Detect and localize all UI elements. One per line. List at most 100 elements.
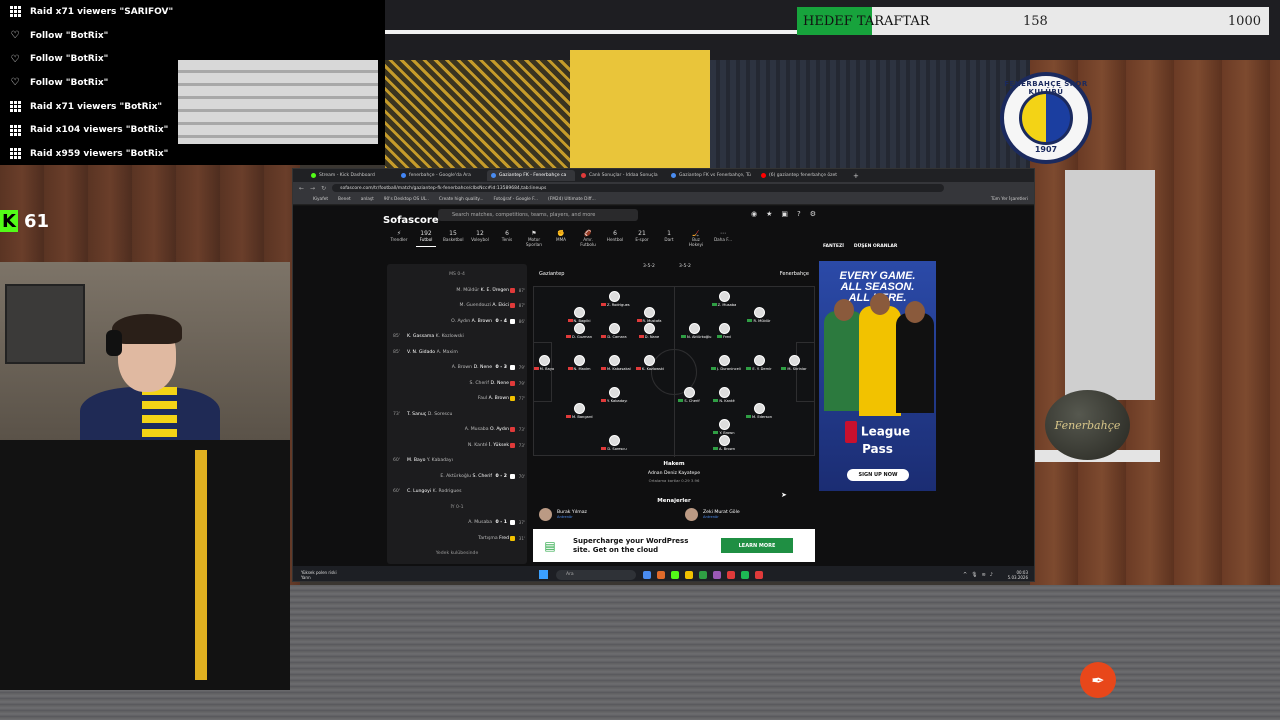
event-row[interactable]: 60' M. Bayo Y. Kabadayı	[387, 453, 527, 469]
player-marker[interactable]: M. Bangard	[566, 403, 593, 419]
player-marker[interactable]: Z. Musaba	[711, 291, 737, 307]
event-row[interactable]: M. Müldür K. E. Üregen 87'	[387, 283, 527, 299]
away-manager[interactable]: Zeki Murat Göle Antrenör	[685, 508, 740, 521]
weather-widget[interactable]: Yüksek polen riski Yarın	[301, 570, 337, 580]
player-marker[interactable]: Z. Rodrigues	[601, 291, 630, 307]
wifi-icon[interactable]: ≋	[982, 572, 986, 578]
player-marker[interactable]: A. Brown	[711, 435, 737, 451]
browser-tab[interactable]: Gaziantep FK - Fenerbahçe ca	[487, 170, 575, 181]
sport-tab[interactable]: 6 Hentbol	[605, 230, 625, 247]
mic-icon[interactable]: 🎙	[971, 572, 977, 578]
sport-tab[interactable]: ⋯ Daha F...	[713, 230, 733, 247]
referee-name[interactable]: Adnan Deniz Kayatepe	[533, 471, 815, 476]
browser-tab[interactable]: Gaziantep FK vs Fenerbahçe, Tü	[667, 170, 755, 181]
nba-league-pass-ad[interactable]: EVERY GAME. ALL SEASON. ALL HERE. League…	[819, 261, 936, 491]
player-marker[interactable]: M. Ederson	[746, 403, 772, 419]
taskbar-app-icon[interactable]	[671, 570, 679, 579]
event-row[interactable]: M. Guendouzi A. Ekici 87'	[387, 298, 527, 314]
event-row[interactable]: A. Musaba O. Aydın 73'	[387, 422, 527, 438]
event-row[interactable]: 60' C. Lungoyi K. Rodrigues	[387, 484, 527, 500]
chevron-up-icon[interactable]: ^	[963, 572, 967, 578]
help-icon[interactable]: ?	[797, 210, 801, 218]
player-marker[interactable]: N. Maxim	[566, 355, 592, 371]
bookmark-item[interactable]: 90's Desktop OS UL..	[384, 197, 429, 202]
player-marker[interactable]: R. Müldür	[746, 307, 772, 323]
sofascore-logo[interactable]: Sofascore	[383, 215, 439, 226]
url-field[interactable]: sofascore.com/tr/football/match/gaziante…	[332, 184, 944, 192]
bookmark-item[interactable]: Create high quality...	[439, 197, 484, 202]
taskbar-search[interactable]: Ara	[556, 569, 636, 580]
bookmark-item[interactable]: Fotoğraf - Google F...	[493, 197, 538, 202]
bookmark-item[interactable]: Benet	[338, 197, 351, 202]
all-bookmarks[interactable]: Tüm Yer İşaretleri	[991, 197, 1028, 202]
taskbar-app-icon[interactable]	[727, 570, 735, 579]
reload-icon[interactable]: ↻	[321, 185, 326, 192]
event-row[interactable]: A. Brown D. Nene 0 - 3 79'	[387, 360, 527, 376]
event-row[interactable]: 85' K. Gassama K. Kozlowski	[387, 329, 527, 345]
sign-up-button[interactable]: SIGN UP NOW	[847, 469, 909, 481]
sport-tab[interactable]: 15 Basketbol	[443, 230, 464, 247]
star-icon[interactable]: ★	[766, 210, 772, 218]
sport-tab[interactable]: 🏒 Buz Hokeyi	[686, 230, 706, 247]
avatar[interactable]: ◉	[751, 210, 757, 218]
wordpress-ad[interactable]: ▤ Supercharge your WordPress site. Get o…	[533, 529, 815, 562]
event-row[interactable]: Tartışma Fred 31'	[387, 531, 527, 547]
back-icon[interactable]: ←	[299, 185, 304, 192]
player-marker[interactable]: Fred	[711, 323, 737, 339]
settings-icon[interactable]: ⚙	[810, 210, 816, 218]
event-row[interactable]: S. Cherif D. Nene 79'	[387, 376, 527, 392]
player-marker[interactable]: E. Y. Demir	[746, 355, 772, 371]
taskbar-app-icon[interactable]	[699, 570, 707, 579]
player-marker[interactable]: K. Kozlowski	[636, 355, 664, 371]
bookmark-item[interactable]: anlaşt	[361, 197, 374, 202]
player-marker[interactable]: N. Aktürkoğlu	[681, 323, 711, 339]
event-row[interactable]: N. Kanté İ. Yüksek 73'	[387, 438, 527, 454]
sport-tab[interactable]: 1 Dart	[659, 230, 679, 247]
player-marker[interactable]: J. Duraninceli	[711, 355, 741, 371]
player-marker[interactable]: D. Camara	[601, 323, 627, 339]
learn-more-button[interactable]: LEARN MORE	[721, 538, 793, 553]
browser-tab[interactable]: Stream - Kick Dashboard	[307, 170, 395, 181]
event-row[interactable]: Faul A. Brown 77'	[387, 391, 527, 407]
player-marker[interactable]: R. Mustafa	[636, 307, 662, 323]
event-row[interactable]: E. Aktürkoğlu S. Cherif 0 - 2 70'	[387, 469, 527, 485]
browser-tab[interactable]: (6) gaziantep fenerbahçe özet	[757, 170, 845, 181]
taskbar-app-icon[interactable]	[657, 570, 665, 579]
player-marker[interactable]: M. Kabasakal	[601, 355, 631, 371]
player-marker[interactable]: Y. Kabadayı	[601, 387, 627, 403]
sport-tab[interactable]: 🏈 Amr. Futbolu	[578, 230, 598, 247]
bookmark-item[interactable]: (FM24) Ultimate Diff...	[548, 197, 596, 202]
sport-tab[interactable]: ⚑ Motor Sporları	[524, 230, 544, 247]
taskbar-app-icon[interactable]	[685, 570, 693, 579]
taskbar-app-icon[interactable]	[755, 570, 763, 579]
sport-tab[interactable]: ✊ MMA	[551, 230, 571, 247]
event-row[interactable]: 73' T. Sanuç D. Sorescu	[387, 407, 527, 423]
sport-tab[interactable]: 21 E-spor	[632, 230, 652, 247]
search-input[interactable]: Search matches, competitions, teams, pla…	[438, 209, 638, 221]
start-icon[interactable]	[539, 570, 548, 579]
player-marker[interactable]: D. Sorescu	[601, 435, 627, 451]
home-manager[interactable]: Burak Yılmaz Antrenör	[539, 508, 587, 521]
taskbar-app-icon[interactable]	[643, 570, 651, 579]
player-marker[interactable]: N. Kanté	[711, 387, 737, 403]
new-tab-icon[interactable]: +	[853, 172, 859, 180]
browser-tab[interactable]: Canlı Sonuçlar - Iddaa Sonuçla	[577, 170, 665, 181]
sport-tab[interactable]: 6 Tenis	[497, 230, 517, 247]
event-row[interactable]: O. Aydın A. Brown 0 - 4 86'	[387, 314, 527, 330]
event-row[interactable]: 85' V. N. Gidado A. Maxim	[387, 345, 527, 361]
player-marker[interactable]: N. Bagılki	[566, 307, 592, 323]
home-team-name[interactable]: Gaziantep	[539, 271, 564, 277]
taskbar-app-icon[interactable]	[741, 570, 749, 579]
right-nav-item[interactable]: FANTEZİ	[823, 244, 844, 249]
sport-tab[interactable]: 192 Futbol	[416, 230, 436, 247]
sport-tab[interactable]: 12 Voleybol	[470, 230, 490, 247]
player-marker[interactable]: D. Nane	[636, 323, 662, 339]
taskbar-app-icon[interactable]	[713, 570, 721, 579]
bookmark-item[interactable]: Kiyafet	[313, 197, 328, 202]
browser-tab[interactable]: fenerbahçe - Google'da Ara	[397, 170, 485, 181]
player-marker[interactable]: D. Guzman	[566, 323, 592, 339]
notifications-icon[interactable]: ▣	[781, 210, 788, 218]
sport-tab[interactable]: ⚡ Trendler	[389, 230, 409, 247]
player-marker[interactable]: S. Cherif	[676, 387, 702, 403]
away-team-name[interactable]: Fenerbahçe	[780, 271, 809, 277]
